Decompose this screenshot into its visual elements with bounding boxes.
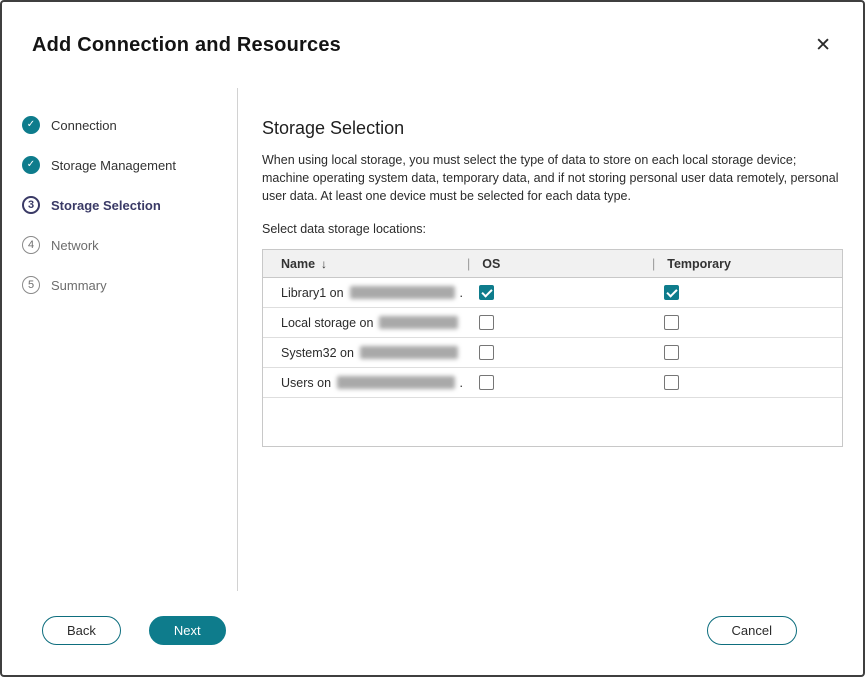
column-label-os: OS <box>482 257 500 271</box>
table-header-row: Name ↓ | OS | Temporary <box>263 250 842 278</box>
dialog-body: ✓ Connection ✓ Storage Management 3 Stor… <box>2 88 863 591</box>
redacted-text <box>350 286 455 299</box>
step-number: 3 <box>22 196 40 214</box>
temporary-cell <box>648 308 842 337</box>
storage-locations-table: Name ↓ | OS | Temporary Library1 on <box>262 249 843 447</box>
add-connection-dialog: Add Connection and Resources ✕ ✓ Connect… <box>0 0 865 677</box>
dialog-title: Add Connection and Resources <box>32 34 341 57</box>
description-text: When using local storage, you must selec… <box>262 151 843 205</box>
next-button[interactable]: Next <box>149 616 226 645</box>
os-checkbox[interactable] <box>479 375 494 390</box>
storage-name-cell: Library1 on . <box>263 278 463 307</box>
table-row[interactable]: Users on . <box>263 368 842 398</box>
temporary-cell <box>648 278 842 307</box>
select-locations-label: Select data storage locations: <box>262 222 843 236</box>
page-title: Storage Selection <box>262 118 843 139</box>
os-checkbox[interactable] <box>479 285 494 300</box>
dialog-header: Add Connection and Resources ✕ <box>2 2 863 88</box>
table-row[interactable]: Local storage on <box>263 308 842 338</box>
step-connection[interactable]: ✓ Connection <box>22 116 237 134</box>
os-checkbox[interactable] <box>479 345 494 360</box>
dialog-footer: Back Next Cancel <box>2 591 863 675</box>
step-network[interactable]: 4 Network <box>22 236 237 254</box>
os-checkbox[interactable] <box>479 315 494 330</box>
os-cell <box>463 308 648 337</box>
step-number: 4 <box>22 236 40 254</box>
column-header-temporary[interactable]: | Temporary <box>648 250 842 277</box>
wizard-steps-sidebar: ✓ Connection ✓ Storage Management 3 Stor… <box>2 88 237 591</box>
os-cell <box>463 368 648 397</box>
storage-name: Users on <box>281 376 331 390</box>
step-label: Storage Management <box>51 158 176 173</box>
back-button[interactable]: Back <box>42 616 121 645</box>
storage-name-cell: Users on . <box>263 368 463 397</box>
step-storage-management[interactable]: ✓ Storage Management <box>22 156 237 174</box>
cancel-button[interactable]: Cancel <box>707 616 797 645</box>
check-icon: ✓ <box>22 116 40 134</box>
temporary-checkbox[interactable] <box>664 315 679 330</box>
column-separator: | <box>652 257 655 271</box>
sort-descending-icon: ↓ <box>321 257 327 271</box>
column-header-name[interactable]: Name ↓ <box>263 250 463 277</box>
temporary-checkbox[interactable] <box>664 375 679 390</box>
temporary-checkbox[interactable] <box>664 345 679 360</box>
step-number: 5 <box>22 276 40 294</box>
os-cell <box>463 278 648 307</box>
main-content: Storage Selection When using local stora… <box>238 88 863 591</box>
redacted-text <box>360 346 458 359</box>
os-cell <box>463 338 648 367</box>
column-header-os[interactable]: | OS <box>463 250 648 277</box>
storage-name-cell: Local storage on <box>263 308 463 337</box>
storage-name: Library1 on <box>281 286 344 300</box>
step-storage-selection[interactable]: 3 Storage Selection <box>22 196 237 214</box>
column-separator: | <box>467 257 470 271</box>
storage-name: System32 on <box>281 346 354 360</box>
step-label: Connection <box>51 118 117 133</box>
temporary-checkbox[interactable] <box>664 285 679 300</box>
step-label: Summary <box>51 278 107 293</box>
close-icon[interactable]: ✕ <box>811 32 835 59</box>
check-icon: ✓ <box>22 156 40 174</box>
table-empty-area <box>263 398 842 446</box>
column-label-name: Name <box>281 257 315 271</box>
step-label: Storage Selection <box>51 198 161 213</box>
temporary-cell <box>648 368 842 397</box>
redacted-text <box>379 316 458 329</box>
step-summary[interactable]: 5 Summary <box>22 276 237 294</box>
column-label-temporary: Temporary <box>667 257 731 271</box>
storage-name: Local storage on <box>281 316 373 330</box>
storage-name-cell: System32 on <box>263 338 463 367</box>
temporary-cell <box>648 338 842 367</box>
redacted-text <box>337 376 454 389</box>
table-row[interactable]: Library1 on . <box>263 278 842 308</box>
table-row[interactable]: System32 on <box>263 338 842 368</box>
step-label: Network <box>51 238 99 253</box>
